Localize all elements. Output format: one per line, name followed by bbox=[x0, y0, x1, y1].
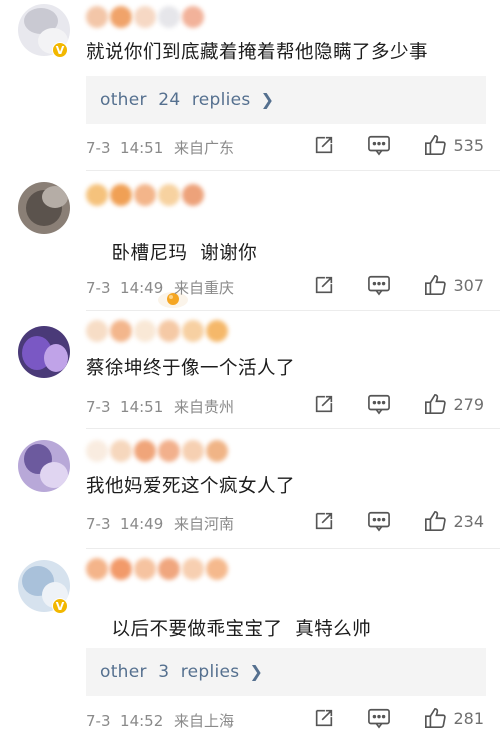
comment-item: V 以后不要做乖宝宝了 真特么帅 other 3 replies ❯ 7-3 14… bbox=[0, 548, 500, 743]
comment-meta: 7-3 14:51 来自广东 bbox=[86, 137, 234, 158]
comment-text-content: 以后不要做乖宝宝了 真特么帅 bbox=[111, 619, 372, 640]
thumbs-up-icon[interactable] bbox=[423, 134, 447, 156]
more-replies-label: other 24 replies bbox=[100, 90, 251, 110]
comment-time: 7-3 14:52 bbox=[86, 712, 164, 730]
like-count: 307 bbox=[453, 275, 484, 295]
comment-item: 蔡徐坤终于像一个活人了 7-3 14:51 来自贵州 279 bbox=[0, 310, 500, 428]
username-blurred[interactable] bbox=[86, 558, 228, 584]
comment-meta: 7-3 14:52 来自上海 bbox=[86, 710, 234, 731]
comment-icon[interactable] bbox=[367, 707, 391, 729]
username-blurred[interactable] bbox=[86, 440, 228, 466]
like-count: 535 bbox=[453, 135, 484, 155]
comment-time: 7-3 14:51 bbox=[86, 139, 164, 157]
thumbs-up-icon[interactable] bbox=[423, 393, 447, 415]
like-count: 279 bbox=[453, 394, 484, 414]
comment-icon[interactable] bbox=[367, 510, 391, 532]
verified-badge-icon: V bbox=[52, 42, 68, 58]
comment-actions: 279 bbox=[313, 393, 484, 415]
comment-meta: 7-3 14:49 来自河南 bbox=[86, 513, 234, 534]
chevron-right-icon: ❯ bbox=[260, 90, 275, 109]
share-icon[interactable] bbox=[313, 707, 335, 729]
like-count: 281 bbox=[453, 708, 484, 728]
comment-meta: 7-3 14:51 来自贵州 bbox=[86, 396, 234, 417]
more-replies-link[interactable]: other 3 replies ❯ bbox=[86, 648, 486, 696]
verified-badge-icon: V bbox=[52, 598, 68, 614]
comment-location: 来自贵州 bbox=[174, 398, 235, 416]
comment-icon[interactable] bbox=[367, 134, 391, 156]
comment-actions: 234 bbox=[313, 510, 484, 532]
comment-item: V 就说你们到底藏着掩着帮他隐瞒了多少事 other 24 replies ❯ 7… bbox=[0, 0, 500, 170]
more-replies-link[interactable]: other 24 replies ❯ bbox=[86, 76, 486, 124]
share-icon[interactable] bbox=[313, 393, 335, 415]
comment-item: 我他妈爱死这个疯女人了 7-3 14:49 来自河南 234 bbox=[0, 428, 500, 548]
like-count: 234 bbox=[453, 511, 484, 531]
comment-time: 7-3 14:49 bbox=[86, 279, 164, 297]
avatar[interactable] bbox=[18, 440, 70, 492]
comment-time: 7-3 14:49 bbox=[86, 515, 164, 533]
comment-meta: 7-3 14:49 来自重庆 bbox=[86, 277, 234, 298]
comment-text: 就说你们到底藏着掩着帮他隐瞒了多少事 bbox=[86, 42, 429, 63]
share-icon[interactable] bbox=[313, 510, 335, 532]
thumbs-up-icon[interactable] bbox=[423, 274, 447, 296]
comment-location: 来自重庆 bbox=[174, 279, 235, 297]
comment-actions: 307 bbox=[313, 274, 484, 296]
username-blurred[interactable] bbox=[86, 184, 204, 210]
avatar[interactable] bbox=[18, 182, 70, 234]
comment-location: 来自河南 bbox=[174, 515, 235, 533]
comment-icon[interactable] bbox=[367, 274, 391, 296]
comment-text: 蔡徐坤终于像一个活人了 bbox=[86, 358, 296, 379]
comment-location: 来自广东 bbox=[174, 139, 235, 157]
username-blurred[interactable] bbox=[86, 6, 204, 32]
comment-text: 我他妈爱死这个疯女人了 bbox=[86, 476, 296, 497]
share-icon[interactable] bbox=[313, 274, 335, 296]
thumbs-up-icon[interactable] bbox=[423, 707, 447, 729]
thumbs-up-icon[interactable] bbox=[423, 510, 447, 532]
chevron-right-icon: ❯ bbox=[249, 662, 264, 681]
comment-location: 来自上海 bbox=[174, 712, 235, 730]
comment-item: 卧槽尼玛 谢谢你 7-3 14:49 来自重庆 307 bbox=[0, 170, 500, 310]
avatar[interactable] bbox=[18, 326, 70, 378]
more-replies-label: other 3 replies bbox=[100, 662, 240, 682]
comment-text-content: 卧槽尼玛 谢谢你 bbox=[111, 243, 258, 264]
username-blurred[interactable] bbox=[86, 320, 228, 346]
comment-actions: 535 bbox=[313, 134, 484, 156]
share-icon[interactable] bbox=[313, 134, 335, 156]
comment-actions: 281 bbox=[313, 707, 484, 729]
comment-time: 7-3 14:51 bbox=[86, 398, 164, 416]
comment-icon[interactable] bbox=[367, 393, 391, 415]
